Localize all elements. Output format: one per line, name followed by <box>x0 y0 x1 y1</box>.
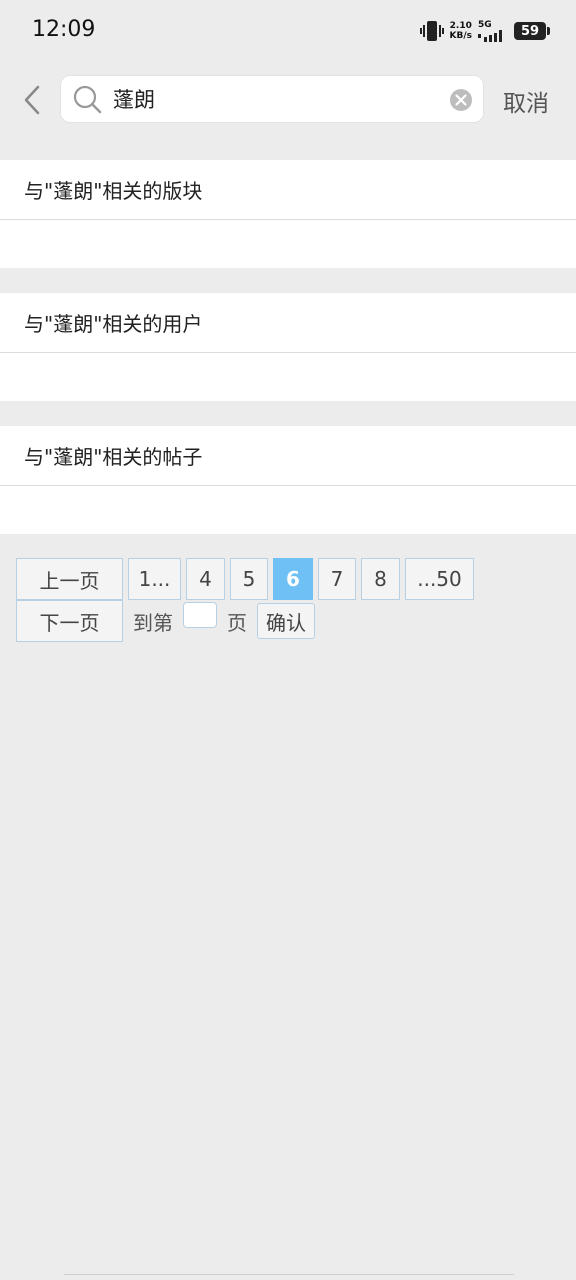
section-results <box>0 220 576 268</box>
battery-level: 59 <box>520 23 540 39</box>
section-results <box>0 353 576 401</box>
chevron-left-icon <box>24 85 40 115</box>
signal-group: 5G <box>478 19 506 42</box>
signal-strength-icon <box>478 29 502 42</box>
pagination: 上一页 1... 4 5 6 7 8 ...50 <box>16 558 479 600</box>
section-forums: 与"蓬朗"相关的版块 <box>0 160 576 268</box>
network-speed: 2.10 KB/s <box>450 21 472 41</box>
page-last-button[interactable]: ...50 <box>405 558 474 600</box>
page-button-current[interactable]: 6 <box>273 558 313 600</box>
network-speed-unit: KB/s <box>449 31 472 41</box>
confirm-button[interactable]: 确认 <box>257 603 315 639</box>
page-button[interactable]: 8 <box>361 558 400 600</box>
bottom-divider <box>64 1274 514 1276</box>
page-first-button[interactable]: 1... <box>128 558 181 600</box>
page-button[interactable]: 4 <box>186 558 225 600</box>
network-speed-value: 2.10 <box>449 21 472 31</box>
page-button[interactable]: 5 <box>230 558 268 600</box>
pagination-goto: 下一页 到第 页 确认 <box>16 600 315 642</box>
prev-page-button[interactable]: 上一页 <box>16 558 123 600</box>
back-button[interactable] <box>16 80 48 120</box>
section-posts: 与"蓬朗"相关的帖子 <box>0 426 576 534</box>
status-bar: 12:09 2.10 KB/s 5G 59 <box>0 0 576 60</box>
section-title: 与"蓬朗"相关的用户 <box>0 293 576 353</box>
section-users: 与"蓬朗"相关的用户 <box>0 293 576 401</box>
search-icon <box>73 85 102 114</box>
cancel-button[interactable]: 取消 <box>503 84 549 118</box>
search-input[interactable] <box>111 76 431 122</box>
section-title: 与"蓬朗"相关的帖子 <box>0 426 576 486</box>
goto-suffix-label: 页 <box>227 610 247 635</box>
search-box[interactable] <box>60 75 484 123</box>
page-button[interactable]: 7 <box>318 558 356 600</box>
search-header: 取消 <box>0 66 576 132</box>
vibrate-icon <box>419 20 444 42</box>
status-icons: 2.10 KB/s 5G 59 <box>419 18 550 44</box>
section-title: 与"蓬朗"相关的版块 <box>0 160 576 220</box>
goto-page-input[interactable] <box>183 602 217 628</box>
next-page-button[interactable]: 下一页 <box>16 600 123 642</box>
network-type: 5G <box>478 19 492 30</box>
goto-prefix-label: 到第 <box>133 610 173 635</box>
section-results <box>0 486 576 534</box>
battery-icon: 59 <box>514 22 550 40</box>
clear-icon[interactable] <box>449 88 473 112</box>
status-time: 12:09 <box>32 17 96 42</box>
